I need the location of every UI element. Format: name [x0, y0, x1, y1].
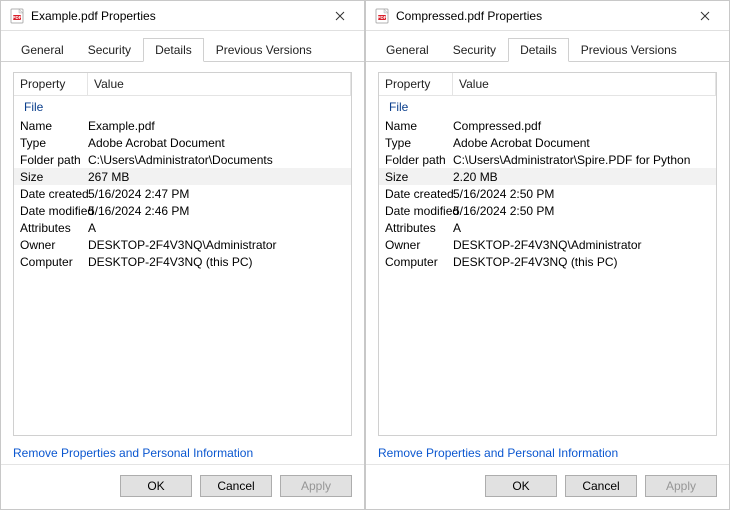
prop-value: C:\Users\Administrator\Spire.PDF for Pyt… — [453, 153, 716, 167]
column-value[interactable]: Value — [453, 73, 716, 95]
prop-value: DESKTOP-2F4V3NQ (this PC) — [88, 255, 351, 269]
ok-button[interactable]: OK — [120, 475, 192, 497]
details-table: Property Value File NameCompressed.pdf T… — [378, 72, 717, 436]
prop-label: Owner — [379, 238, 453, 252]
table-row[interactable]: AttributesA — [14, 219, 351, 236]
ok-button[interactable]: OK — [485, 475, 557, 497]
prop-value: DESKTOP-2F4V3NQ (this PC) — [453, 255, 716, 269]
tab-security[interactable]: Security — [441, 38, 508, 62]
prop-label: Name — [14, 119, 88, 133]
remove-properties-link[interactable]: Remove Properties and Personal Informati… — [366, 446, 729, 464]
prop-value: 2.20 MB — [453, 170, 716, 184]
table-row[interactable]: OwnerDESKTOP-2F4V3NQ\Administrator — [14, 236, 351, 253]
cancel-button[interactable]: Cancel — [565, 475, 637, 497]
table-row[interactable]: Date modified5/16/2024 2:46 PM — [14, 202, 351, 219]
apply-button: Apply — [645, 475, 717, 497]
prop-label: Computer — [14, 255, 88, 269]
table-row[interactable]: AttributesA — [379, 219, 716, 236]
table-row[interactable]: TypeAdobe Acrobat Document — [379, 134, 716, 151]
table-row[interactable]: Folder pathC:\Users\Administrator\Docume… — [14, 151, 351, 168]
titlebar: PDF Example.pdf Properties — [1, 1, 364, 31]
tab-security[interactable]: Security — [76, 38, 143, 62]
table-row[interactable]: TypeAdobe Acrobat Document — [14, 134, 351, 151]
prop-label: Attributes — [14, 221, 88, 235]
prop-label: Size — [14, 170, 88, 184]
tab-previous-versions[interactable]: Previous Versions — [569, 38, 689, 62]
prop-value: 267 MB — [88, 170, 351, 184]
pdf-icon: PDF — [9, 8, 25, 24]
prop-value: Adobe Acrobat Document — [88, 136, 351, 150]
details-table: Property Value File NameExample.pdf Type… — [13, 72, 352, 436]
prop-label: Folder path — [14, 153, 88, 167]
svg-text:PDF: PDF — [13, 15, 22, 20]
table-row[interactable]: Date modified5/16/2024 2:50 PM — [379, 202, 716, 219]
prop-label: Computer — [379, 255, 453, 269]
close-button[interactable] — [320, 2, 360, 30]
properties-dialog-right: PDF Compressed.pdf Properties General Se… — [365, 0, 730, 510]
close-button[interactable] — [685, 2, 725, 30]
prop-label: Attributes — [379, 221, 453, 235]
button-bar: OK Cancel Apply — [1, 464, 364, 509]
remove-properties-link[interactable]: Remove Properties and Personal Informati… — [1, 446, 364, 464]
prop-label: Name — [379, 119, 453, 133]
properties-dialog-left: PDF Example.pdf Properties General Secur… — [0, 0, 365, 510]
table-row[interactable]: Date created5/16/2024 2:47 PM — [14, 185, 351, 202]
prop-value: 5/16/2024 2:50 PM — [453, 204, 716, 218]
section-file: File — [379, 96, 716, 117]
prop-value: 5/16/2024 2:47 PM — [88, 187, 351, 201]
dialog-title: Example.pdf Properties — [31, 9, 320, 23]
prop-value: Compressed.pdf — [453, 119, 716, 133]
prop-value: Adobe Acrobat Document — [453, 136, 716, 150]
dialog-title: Compressed.pdf Properties — [396, 9, 685, 23]
prop-label: Date created — [14, 187, 88, 201]
prop-value: DESKTOP-2F4V3NQ\Administrator — [88, 238, 351, 252]
tab-strip: General Security Details Previous Versio… — [366, 31, 729, 62]
table-header: Property Value — [14, 73, 351, 96]
cancel-button[interactable]: Cancel — [200, 475, 272, 497]
prop-label: Size — [379, 170, 453, 184]
column-value[interactable]: Value — [88, 73, 351, 95]
prop-value: Example.pdf — [88, 119, 351, 133]
prop-value: 5/16/2024 2:50 PM — [453, 187, 716, 201]
button-bar: OK Cancel Apply — [366, 464, 729, 509]
table-row[interactable]: ComputerDESKTOP-2F4V3NQ (this PC) — [14, 253, 351, 270]
prop-value: A — [88, 221, 351, 235]
tab-previous-versions[interactable]: Previous Versions — [204, 38, 324, 62]
pdf-icon: PDF — [374, 8, 390, 24]
table-row[interactable]: ComputerDESKTOP-2F4V3NQ (this PC) — [379, 253, 716, 270]
table-row[interactable]: Size267 MB — [14, 168, 351, 185]
prop-label: Folder path — [379, 153, 453, 167]
prop-label: Type — [379, 136, 453, 150]
table-body: File NameExample.pdf TypeAdobe Acrobat D… — [14, 96, 351, 435]
table-header: Property Value — [379, 73, 716, 96]
table-row[interactable]: Folder pathC:\Users\Administrator\Spire.… — [379, 151, 716, 168]
table-row[interactable]: OwnerDESKTOP-2F4V3NQ\Administrator — [379, 236, 716, 253]
tab-general[interactable]: General — [9, 38, 76, 62]
table-row[interactable]: NameCompressed.pdf — [379, 117, 716, 134]
section-file: File — [14, 96, 351, 117]
tab-details[interactable]: Details — [143, 38, 204, 62]
table-body: File NameCompressed.pdf TypeAdobe Acroba… — [379, 96, 716, 435]
prop-label: Date modified — [379, 204, 453, 218]
tab-general[interactable]: General — [374, 38, 441, 62]
prop-label: Date modified — [14, 204, 88, 218]
prop-label: Date created — [379, 187, 453, 201]
titlebar: PDF Compressed.pdf Properties — [366, 1, 729, 31]
svg-text:PDF: PDF — [378, 15, 387, 20]
prop-label: Owner — [14, 238, 88, 252]
prop-value: C:\Users\Administrator\Documents — [88, 153, 351, 167]
prop-label: Type — [14, 136, 88, 150]
prop-value: 5/16/2024 2:46 PM — [88, 204, 351, 218]
prop-value: DESKTOP-2F4V3NQ\Administrator — [453, 238, 716, 252]
tab-details[interactable]: Details — [508, 38, 569, 62]
table-row[interactable]: Date created5/16/2024 2:50 PM — [379, 185, 716, 202]
column-property[interactable]: Property — [14, 73, 88, 95]
table-row[interactable]: NameExample.pdf — [14, 117, 351, 134]
table-row[interactable]: Size2.20 MB — [379, 168, 716, 185]
tab-strip: General Security Details Previous Versio… — [1, 31, 364, 62]
apply-button: Apply — [280, 475, 352, 497]
prop-value: A — [453, 221, 716, 235]
column-property[interactable]: Property — [379, 73, 453, 95]
